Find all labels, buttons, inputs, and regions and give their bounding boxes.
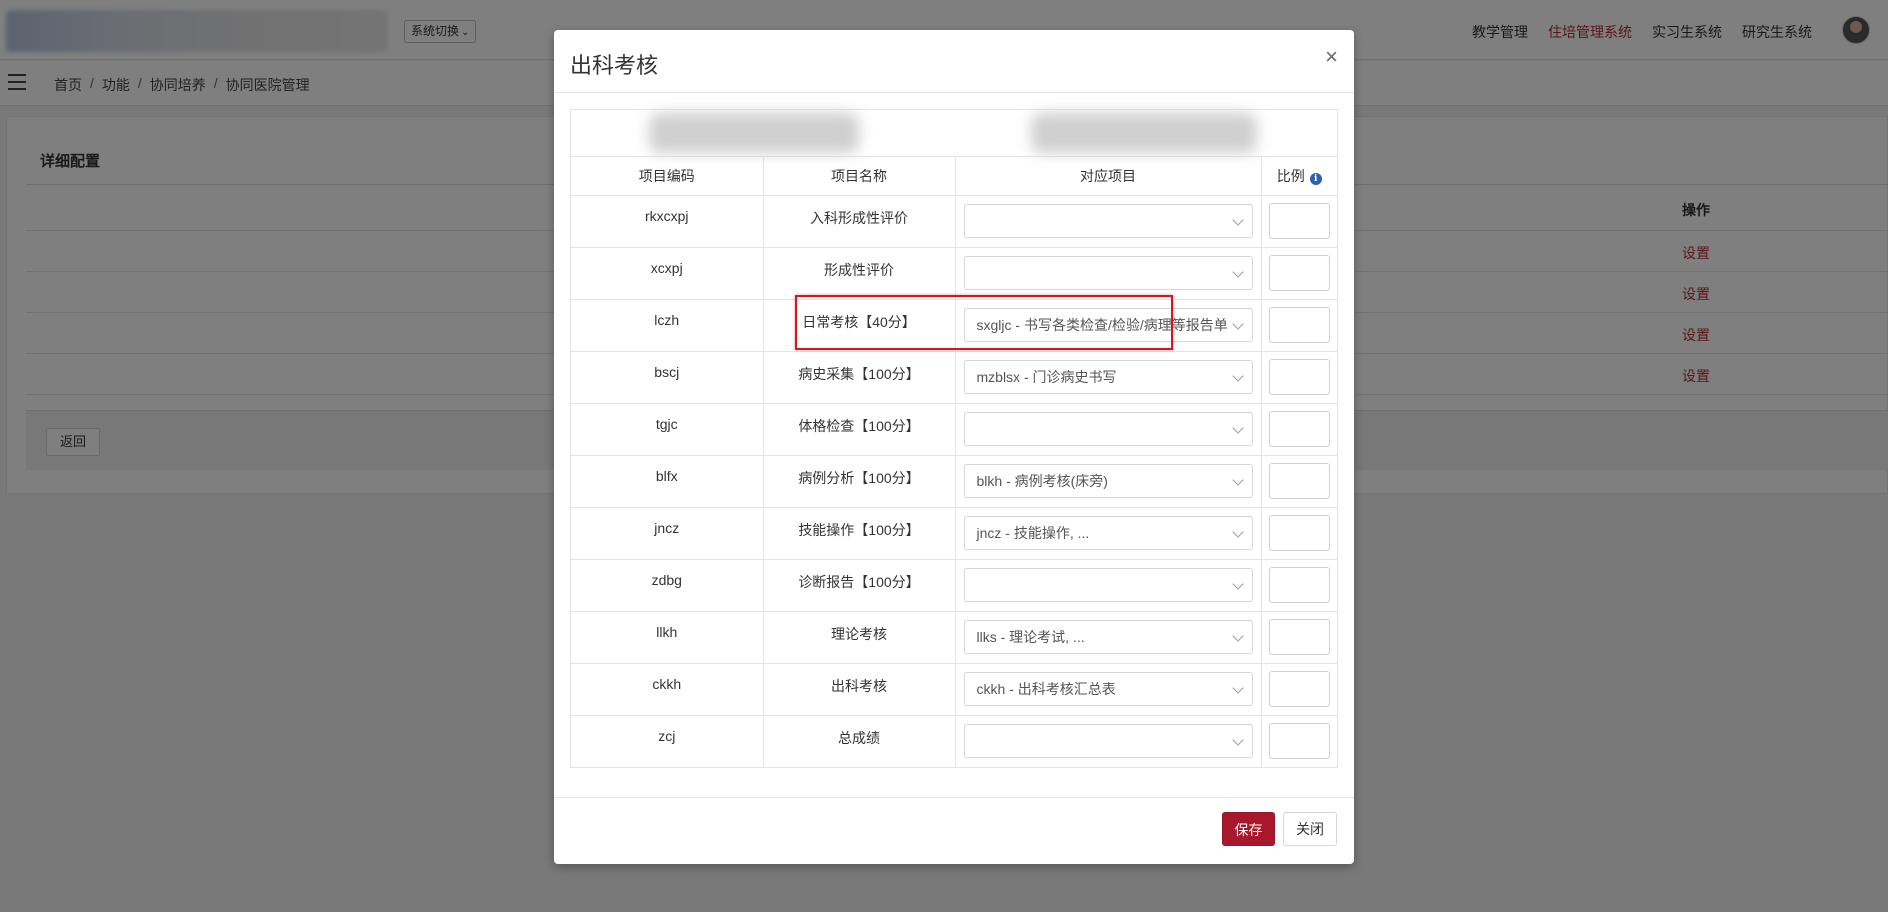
item-code: zdbg xyxy=(571,559,764,612)
item-code: lczh xyxy=(571,299,764,352)
ratio-input[interactable] xyxy=(1268,566,1330,603)
item-code: ckkh xyxy=(571,663,764,716)
item-name: 入科形成性评价 xyxy=(763,195,956,248)
item-name: 出科考核 xyxy=(763,663,956,716)
close-icon[interactable]: × xyxy=(1325,46,1338,68)
table-row: xcxpj 形成性评价 xyxy=(571,247,1337,300)
modal-header: 出科考核 × xyxy=(554,30,1354,93)
item-name: 理论考核 xyxy=(763,611,956,664)
close-button[interactable]: 关闭 xyxy=(1283,812,1337,846)
info-icon[interactable]: i xyxy=(1309,172,1322,185)
item-name: 体格检查【100分】 xyxy=(763,403,956,456)
mapping-select-value: mzblsx - 门诊病史书写 xyxy=(976,368,1117,385)
mapping-select-value: blkh - 病例考核(床旁) xyxy=(976,472,1108,489)
item-name: 病例分析【100分】 xyxy=(763,455,956,508)
mapping-select[interactable] xyxy=(963,411,1253,446)
modal-title: 出科考核 xyxy=(570,53,659,78)
chevron-down-icon xyxy=(1231,473,1244,486)
ratio-input[interactable] xyxy=(1268,618,1330,655)
mapping-grid: 项目编码 项目名称 对应项目 比例 i rkxcxpj 入科形成性评价 xcxpj 形成… xyxy=(571,157,1337,767)
table-row: llkh 理论考核 llks - 理论考试, ... xyxy=(571,611,1337,664)
table-row: lczh 日常考核【40分】 sxgljc - 书写各类检查/检验/病理等报告单 xyxy=(571,299,1337,352)
table-row: rkxcxpj 入科形成性评价 xyxy=(571,195,1337,248)
mapping-select[interactable]: mzblsx - 门诊病史书写 xyxy=(963,359,1253,394)
item-name: 病史采集【100分】 xyxy=(763,351,956,404)
item-code: rkxcxpj xyxy=(571,195,764,248)
mapping-select[interactable] xyxy=(963,567,1253,602)
item-code: bscj xyxy=(571,351,764,404)
chevron-down-icon xyxy=(1231,421,1244,434)
ratio-input[interactable] xyxy=(1268,202,1330,239)
table-row: zdbg 诊断报告【100分】 xyxy=(571,559,1337,612)
table-row: bscj 病史采集【100分】 mzblsx - 门诊病史书写 xyxy=(571,351,1337,404)
mapping-select-value: jncz - 技能操作, ... xyxy=(976,524,1090,541)
mapping-select[interactable]: jncz - 技能操作, ... xyxy=(963,515,1253,550)
table-row: zcj 总成绩 xyxy=(571,715,1337,767)
mapping-select-value: sxgljc - 书写各类检查/检验/病理等报告单 xyxy=(976,316,1228,333)
item-code: jncz xyxy=(571,507,764,560)
chevron-down-icon xyxy=(1231,317,1244,330)
chevron-down-icon xyxy=(1231,733,1244,746)
item-code: xcxpj xyxy=(571,247,764,300)
item-name: 形成性评价 xyxy=(763,247,956,300)
chevron-down-icon xyxy=(1231,681,1244,694)
item-name: 技能操作【100分】 xyxy=(763,507,956,560)
table-row: blfx 病例分析【100分】 blkh - 病例考核(床旁) xyxy=(571,455,1337,508)
ratio-input[interactable] xyxy=(1268,462,1330,499)
item-code: blfx xyxy=(571,455,764,508)
chevron-down-icon xyxy=(1231,213,1244,226)
chevron-down-icon xyxy=(1231,577,1244,590)
ratio-input[interactable] xyxy=(1268,306,1330,343)
exit-assessment-modal: 出科考核 × 项目编码 项目名称 对应项目 比例 i rkxcxpj 入科形成性评价… xyxy=(554,30,1354,864)
ratio-input[interactable] xyxy=(1268,514,1330,551)
col-header-mapping: 对应项目 xyxy=(955,157,1262,196)
mapping-select[interactable]: blkh - 病例考核(床旁) xyxy=(963,463,1253,498)
item-code: tgjc xyxy=(571,403,764,456)
chevron-down-icon xyxy=(1231,369,1244,382)
ratio-input[interactable] xyxy=(1268,358,1330,395)
mapping-select[interactable]: llks - 理论考试, ... xyxy=(963,619,1253,654)
chevron-down-icon xyxy=(1231,525,1244,538)
mapping-select-value: ckkh - 出科考核汇总表 xyxy=(976,680,1116,697)
chevron-down-icon xyxy=(1231,265,1244,278)
ratio-input[interactable] xyxy=(1268,722,1330,759)
mapping-select-value: llks - 理论考试, ... xyxy=(976,628,1085,645)
chevron-down-icon xyxy=(1231,629,1244,642)
table-row: ckkh 出科考核 ckkh - 出科考核汇总表 xyxy=(571,663,1337,716)
col-header-code: 项目编码 xyxy=(571,157,764,196)
mapping-select[interactable] xyxy=(963,203,1253,238)
mapping-select[interactable]: ckkh - 出科考核汇总表 xyxy=(963,671,1253,706)
table-row: jncz 技能操作【100分】 jncz - 技能操作, ... xyxy=(571,507,1337,560)
mapping-select[interactable]: sxgljc - 书写各类检查/检验/病理等报告单 xyxy=(963,307,1253,342)
save-button[interactable]: 保存 xyxy=(1222,812,1275,846)
item-code: zcj xyxy=(571,715,764,767)
mapping-select[interactable] xyxy=(963,255,1253,290)
ratio-input[interactable] xyxy=(1268,410,1330,447)
blurred-header xyxy=(571,110,1337,157)
item-name: 总成绩 xyxy=(763,715,956,767)
col-header-ratio: 比例 i xyxy=(1261,157,1337,196)
mapping-select[interactable] xyxy=(963,723,1253,758)
item-code: llkh xyxy=(571,611,764,664)
table-row: tgjc 体格检查【100分】 xyxy=(571,403,1337,456)
col-header-name: 项目名称 xyxy=(763,157,956,196)
item-name: 日常考核【40分】 xyxy=(763,299,956,352)
mapping-table: 项目编码 项目名称 对应项目 比例 i rkxcxpj 入科形成性评价 xcxpj 形成… xyxy=(570,109,1338,768)
ratio-input[interactable] xyxy=(1268,670,1330,707)
item-name: 诊断报告【100分】 xyxy=(763,559,956,612)
ratio-input[interactable] xyxy=(1268,254,1330,291)
